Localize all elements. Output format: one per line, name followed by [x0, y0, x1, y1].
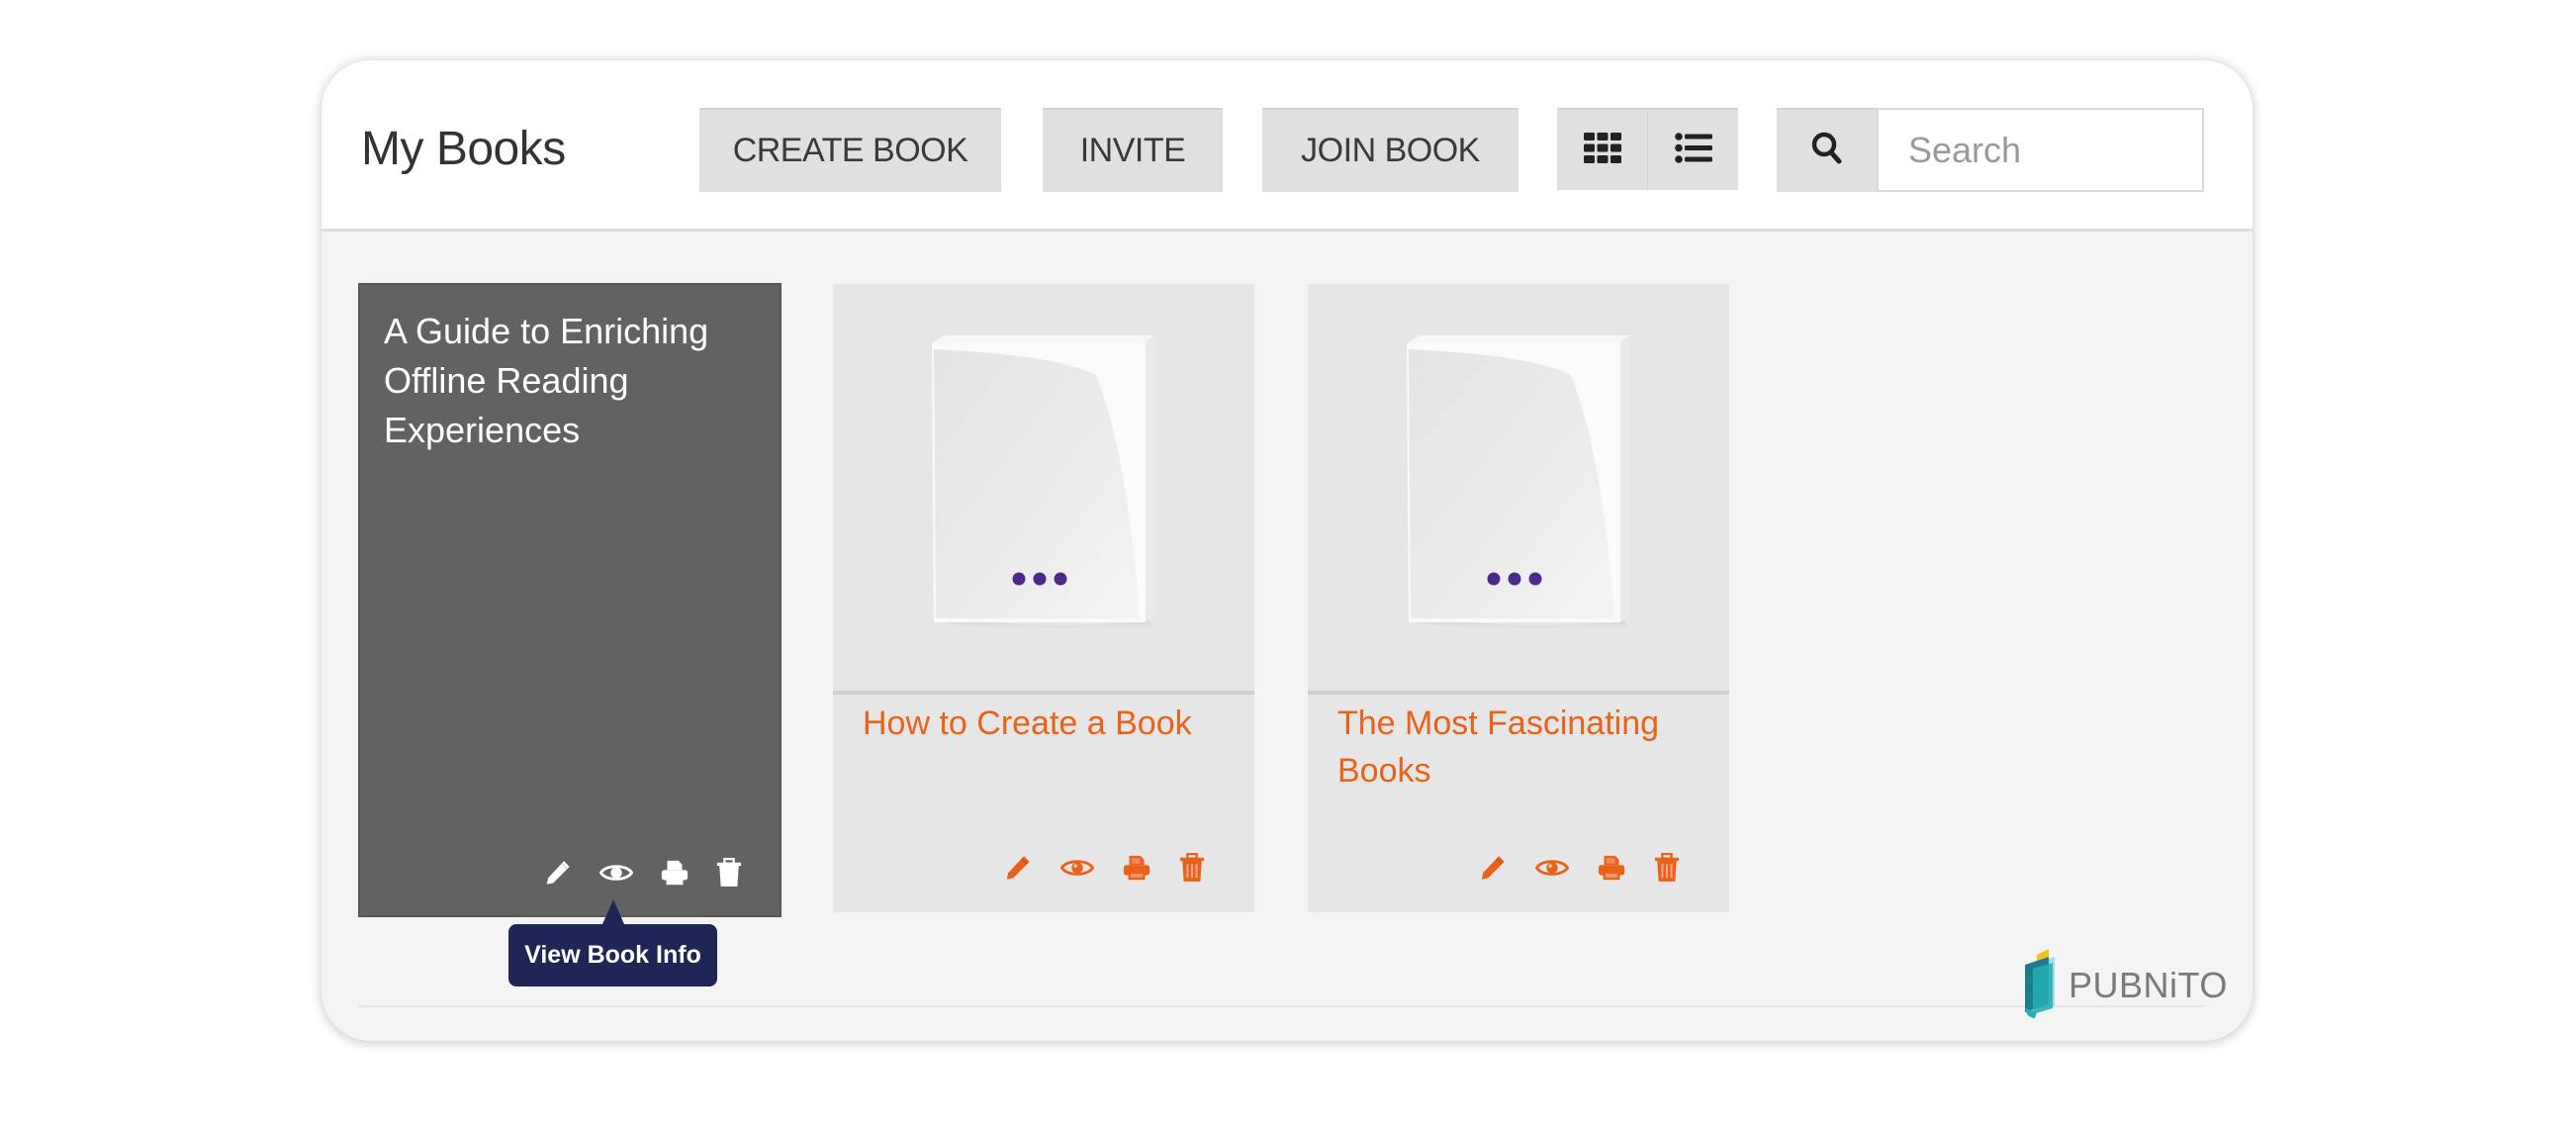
search-button[interactable] — [1777, 108, 1877, 192]
default-book-cover-icon — [1405, 335, 1636, 628]
book-actions — [1478, 853, 1680, 883]
view-book-info-tooltip: View Book Info — [508, 899, 717, 987]
book-actions — [1003, 853, 1205, 883]
pubnito-logo: PUBNiTO — [2023, 948, 2228, 1023]
book-card[interactable]: A Guide to Enriching Offline Reading Exp… — [358, 283, 782, 917]
trash-icon[interactable] — [1654, 853, 1680, 883]
join-book-button[interactable]: JOIN BOOK — [1262, 108, 1518, 192]
book-title[interactable]: A Guide to Enriching Offline Reading Exp… — [384, 307, 760, 455]
page-title: My Books — [361, 123, 566, 175]
edit-pencil-icon[interactable] — [543, 858, 573, 888]
book-logo-icon — [2023, 948, 2065, 1023]
view-eye-icon[interactable] — [1535, 856, 1569, 880]
invite-button[interactable]: INVITE — [1043, 108, 1223, 192]
header-bar: My Books CREATE BOOK INVITE JOIN BOOK — [322, 60, 2253, 232]
book-cover[interactable] — [1308, 284, 1729, 695]
grid-icon — [1583, 132, 1621, 168]
trash-icon[interactable] — [716, 858, 742, 888]
book-cover[interactable] — [833, 284, 1254, 695]
footer-divider — [358, 1005, 2204, 1007]
my-books-panel: My Books CREATE BOOK INVITE JOIN BOOK Se… — [322, 60, 2253, 1041]
view-eye-icon[interactable] — [1060, 856, 1094, 880]
trash-icon[interactable] — [1179, 853, 1205, 883]
default-book-cover-icon — [930, 335, 1161, 628]
grid-view-button[interactable] — [1557, 110, 1647, 190]
view-eye-icon[interactable] — [599, 861, 633, 885]
list-icon — [1674, 132, 1712, 168]
print-icon[interactable] — [1597, 853, 1626, 883]
search-group — [1777, 108, 2204, 192]
view-toggle — [1557, 108, 1738, 190]
create-book-button[interactable]: CREATE BOOK — [699, 108, 1001, 192]
book-title[interactable]: How to Create a Book — [863, 700, 1229, 747]
book-title[interactable]: The Most Fascinating Books — [1337, 700, 1703, 795]
print-icon[interactable] — [660, 858, 690, 888]
edit-pencil-icon[interactable] — [1003, 853, 1033, 883]
print-icon[interactable] — [1122, 853, 1151, 883]
edit-pencil-icon[interactable] — [1478, 853, 1508, 883]
search-input[interactable] — [1877, 108, 2204, 192]
book-card[interactable]: How to Create a Book — [833, 284, 1254, 912]
search-icon — [1811, 132, 1843, 170]
book-card[interactable]: The Most Fascinating Books — [1308, 284, 1729, 912]
book-actions — [543, 858, 742, 888]
logo-text: PUBNiTO — [2069, 965, 2228, 1005]
list-view-button[interactable] — [1647, 110, 1738, 190]
